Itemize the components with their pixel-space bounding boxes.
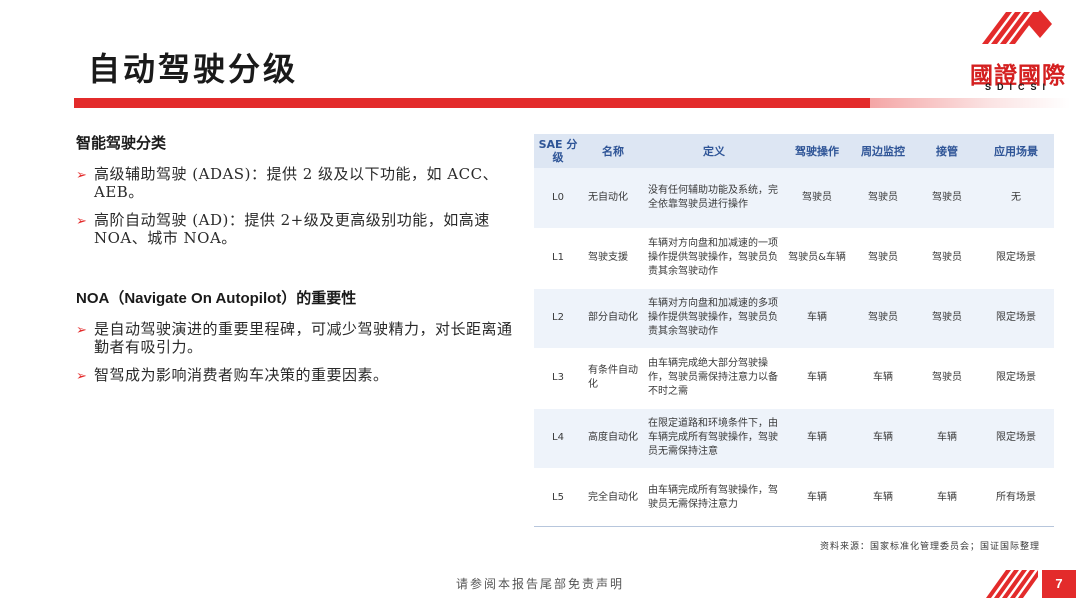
bullet-item: ➢ 高级辅助驾驶 (ADAS)：提供 2 级及以下功能，如 ACC、AEB。 bbox=[76, 165, 516, 201]
cell-definition: 由车辆完成所有驾驶操作，驾驶员无需保持注意力 bbox=[644, 468, 784, 529]
arrow-bullet-icon: ➢ bbox=[76, 323, 87, 338]
cell-name: 无自动化 bbox=[582, 168, 644, 229]
cell-driving-operation: 驾驶员&车辆 bbox=[784, 228, 850, 289]
bullet-text: 智驾成为影响消费者购车决策的重要因素。 bbox=[94, 366, 389, 384]
cell-monitoring: 驾驶员 bbox=[850, 168, 916, 229]
table-header-row: SAE 分级 名称 定义 驾驶操作 周边监控 接管 应用场景 bbox=[534, 134, 1054, 168]
cell-name: 高度自动化 bbox=[582, 408, 644, 469]
bullet-text: 高级辅助驾驶 (ADAS)：提供 2 级及以下功能，如 ACC、AEB。 bbox=[94, 165, 499, 201]
brand-stripes-icon bbox=[982, 10, 1052, 44]
cell-scenario: 所有场景 bbox=[978, 468, 1054, 529]
arrow-bullet-icon: ➢ bbox=[76, 369, 87, 384]
title-underline-fade bbox=[870, 98, 1070, 108]
cell-takeover: 车辆 bbox=[916, 468, 978, 529]
table-row: L1 驾驶支援 车辆对方向盘和加减速的一项操作提供驾驶操作，驾驶员负责其余驾驶动… bbox=[534, 228, 1054, 289]
cell-driving-operation: 车辆 bbox=[784, 468, 850, 529]
page-title: 自动驾驶分级 bbox=[88, 50, 299, 88]
cell-level: L0 bbox=[534, 168, 582, 229]
bullet-item: ➢ 高阶自动驾驶 (AD)：提供 2+级及更高级别功能，如高速 NOA、城市 N… bbox=[76, 211, 516, 247]
header-sae-level: SAE 分级 bbox=[534, 134, 582, 168]
cell-level: L2 bbox=[534, 288, 582, 349]
arrow-bullet-icon: ➢ bbox=[76, 168, 87, 183]
cell-scenario: 限定场景 bbox=[978, 288, 1054, 349]
header-driving-operation: 驾驶操作 bbox=[784, 134, 850, 168]
table-row: L3 有条件自动化 由车辆完成绝大部分驾驶操作，驾驶员需保持注意力以备不时之需 … bbox=[534, 348, 1054, 409]
cell-level: L3 bbox=[534, 348, 582, 409]
cell-driving-operation: 车辆 bbox=[784, 348, 850, 409]
cell-level: L1 bbox=[534, 228, 582, 289]
cell-monitoring: 车辆 bbox=[850, 468, 916, 529]
table-bottom-rule bbox=[534, 526, 1054, 527]
cell-scenario: 限定场景 bbox=[978, 408, 1054, 469]
sae-level-table: SAE 分级 名称 定义 驾驶操作 周边监控 接管 应用场景 L0 无自动化 没… bbox=[534, 134, 1054, 529]
bullet-item: ➢ 是自动驾驶演进的重要里程碑，可减少驾驶精力，对长距离通勤者有吸引力。 bbox=[76, 320, 516, 356]
footer-stripes-icon bbox=[986, 570, 1038, 598]
cell-driving-operation: 车辆 bbox=[784, 408, 850, 469]
left-column: 智能驾驶分类 ➢ 高级辅助驾驶 (ADAS)：提供 2 级及以下功能，如 ACC… bbox=[76, 132, 516, 397]
arrow-bullet-icon: ➢ bbox=[76, 214, 87, 229]
cell-monitoring: 驾驶员 bbox=[850, 288, 916, 349]
cell-takeover: 车辆 bbox=[916, 408, 978, 469]
classification-heading: 智能驾驶分类 bbox=[76, 134, 167, 152]
page-number: 7 bbox=[1042, 570, 1076, 598]
header-application-scenario: 应用场景 bbox=[978, 134, 1054, 168]
noa-heading: NOA（Navigate On Autopilot）的重要性 bbox=[76, 290, 357, 307]
bullet-text: 高阶自动驾驶 (AD)：提供 2+级及更高级别功能，如高速 NOA、城市 NOA… bbox=[94, 211, 490, 247]
header-name: 名称 bbox=[582, 134, 644, 168]
table-row: L2 部分自动化 车辆对方向盘和加减速的多项操作提供驾驶操作，驾驶员负责其余驾驶… bbox=[534, 288, 1054, 349]
header-definition: 定义 bbox=[644, 134, 784, 168]
cell-driving-operation: 驾驶员 bbox=[784, 168, 850, 229]
cell-name: 部分自动化 bbox=[582, 288, 644, 349]
cell-definition: 车辆对方向盘和加减速的多项操作提供驾驶操作，驾驶员负责其余驾驶动作 bbox=[644, 288, 784, 349]
cell-driving-operation: 车辆 bbox=[784, 288, 850, 349]
cell-definition: 由车辆完成绝大部分驾驶操作，驾驶员需保持注意力以备不时之需 bbox=[644, 348, 784, 409]
cell-definition: 没有任何辅助功能及系统，完全依靠驾驶员进行操作 bbox=[644, 168, 784, 229]
cell-name: 驾驶支援 bbox=[582, 228, 644, 289]
bullet-text: 是自动驾驶演进的重要里程碑，可减少驾驶精力，对长距离通勤者有吸引力。 bbox=[94, 320, 513, 356]
cell-definition: 在限定道路和环境条件下，由车辆完成所有驾驶操作，驾驶员无需保持注意 bbox=[644, 408, 784, 469]
cell-level: L5 bbox=[534, 468, 582, 529]
bullet-item: ➢ 智驾成为影响消费者购车决策的重要因素。 bbox=[76, 366, 516, 387]
cell-monitoring: 车辆 bbox=[850, 408, 916, 469]
source-note: 资料来源：国家标准化管理委员会；国证国际整理 bbox=[819, 542, 1040, 552]
table-row: L4 高度自动化 在限定道路和环境条件下，由车辆完成所有驾驶操作，驾驶员无需保持… bbox=[534, 408, 1054, 469]
cell-takeover: 驾驶员 bbox=[916, 348, 978, 409]
cell-takeover: 驾驶员 bbox=[916, 168, 978, 229]
cell-scenario: 限定场景 bbox=[978, 348, 1054, 409]
disclaimer-note: 请参阅本报告尾部免责声明 bbox=[455, 577, 624, 591]
cell-definition: 车辆对方向盘和加减速的一项操作提供驾驶操作，驾驶员负责其余驾驶动作 bbox=[644, 228, 784, 289]
cell-name: 有条件自动化 bbox=[582, 348, 644, 409]
cell-level: L4 bbox=[534, 408, 582, 469]
header-takeover: 接管 bbox=[916, 134, 978, 168]
header-surroundings-monitoring: 周边监控 bbox=[850, 134, 916, 168]
cell-scenario: 限定场景 bbox=[978, 228, 1054, 289]
table-row: L5 完全自动化 由车辆完成所有驾驶操作，驾驶员无需保持注意力 车辆 车辆 车辆… bbox=[534, 468, 1054, 529]
brand-logo-subtitle: SDICSI bbox=[984, 82, 1051, 92]
title-underline-bar bbox=[74, 98, 870, 108]
cell-takeover: 驾驶员 bbox=[916, 288, 978, 349]
cell-name: 完全自动化 bbox=[582, 468, 644, 529]
cell-scenario: 无 bbox=[978, 168, 1054, 229]
cell-monitoring: 驾驶员 bbox=[850, 228, 916, 289]
table-row: L0 无自动化 没有任何辅助功能及系统，完全依靠驾驶员进行操作 驾驶员 驾驶员 … bbox=[534, 168, 1054, 229]
cell-takeover: 驾驶员 bbox=[916, 228, 978, 289]
cell-monitoring: 车辆 bbox=[850, 348, 916, 409]
